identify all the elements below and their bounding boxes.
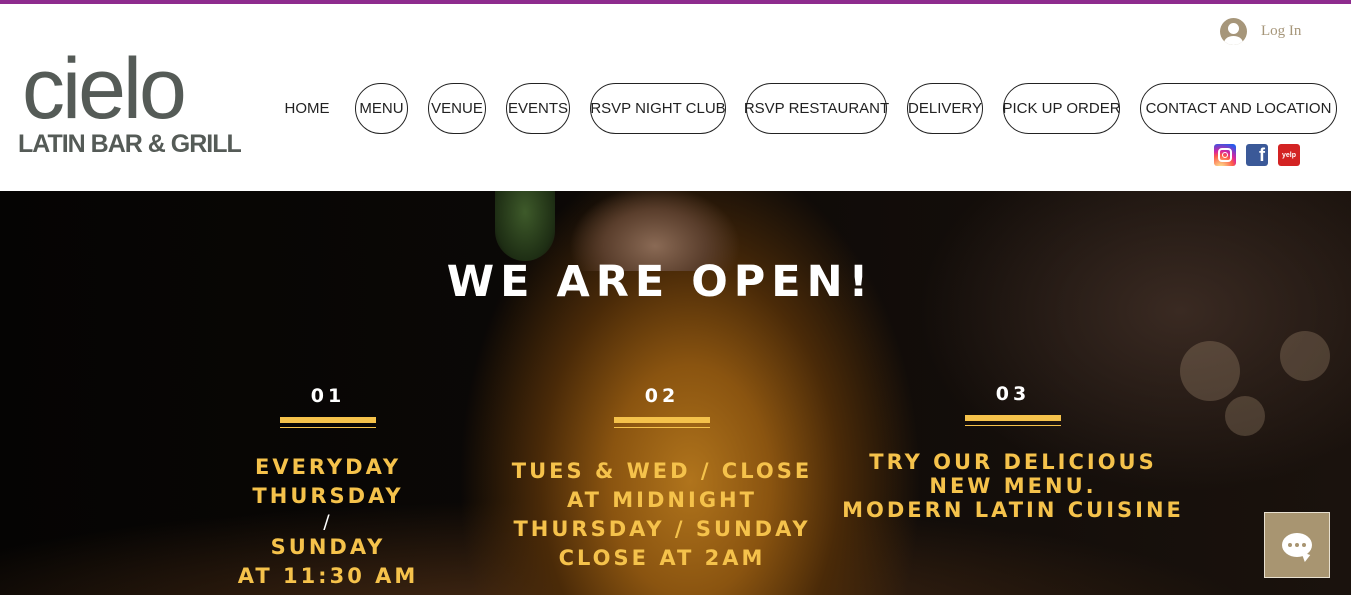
- nav-contact-and-location[interactable]: CONTACT AND LOCATION: [1140, 83, 1337, 134]
- gold-thin-divider: [614, 427, 710, 428]
- yelp-icon[interactable]: yelp: [1278, 144, 1300, 166]
- site-header: cielo LATIN BAR & GRILL Log In HOME MENU…: [0, 4, 1351, 191]
- column-number: 03: [995, 383, 1031, 405]
- text-line: MODERN LATIN CUISINE: [842, 498, 1184, 522]
- garnish-leaf-image: [495, 191, 555, 261]
- nav-menu[interactable]: MENU: [355, 83, 408, 134]
- column-text: TUES & WED / CLOSE AT MIDNIGHT THURSDAY …: [492, 457, 832, 573]
- text-line: CLOSE AT 2AM: [558, 546, 766, 570]
- bokeh-light: [1225, 396, 1265, 436]
- column-text: TRY OUR DELICIOUS NEW MENU. MODERN LATIN…: [832, 450, 1194, 522]
- text-line: /: [323, 511, 333, 533]
- bokeh-light: [1280, 331, 1330, 381]
- gold-divider: [280, 417, 376, 423]
- nav-pick-up-order[interactable]: PICK UP ORDER: [1002, 83, 1121, 134]
- user-avatar-icon: [1220, 18, 1247, 45]
- logo-subtitle: LATIN BAR & GRILL: [18, 130, 242, 158]
- column-text: EVERYDAY THURSDAY / SUNDAY AT 11:30 AM: [228, 453, 428, 591]
- gold-thin-divider: [965, 425, 1061, 426]
- chat-button[interactable]: [1264, 512, 1330, 578]
- text-line: TUES & WED / CLOSE: [511, 459, 813, 483]
- nav-delivery[interactable]: DELIVERY: [907, 83, 983, 134]
- hours-column-3: 03 TRY OUR DELICIOUS NEW MENU. MODERN LA…: [832, 383, 1194, 522]
- nav-home[interactable]: HOME: [280, 83, 334, 134]
- text-line: EVERYDAY: [254, 455, 402, 479]
- hours-column-2: 02 TUES & WED / CLOSE AT MIDNIGHT THURSD…: [492, 385, 832, 573]
- nav-rsvp-restaurant[interactable]: RSVP RESTAURANT: [744, 83, 889, 134]
- text-line: SUNDAY: [270, 535, 386, 559]
- hero-section: WE ARE OPEN! 01 EVERYDAY THURSDAY / SUND…: [0, 191, 1351, 595]
- facebook-icon[interactable]: f: [1246, 144, 1268, 166]
- hours-column-1: 01 EVERYDAY THURSDAY / SUNDAY AT 11:30 A…: [228, 385, 428, 591]
- text-line: THURSDAY / SUNDAY: [513, 517, 811, 541]
- column-number: 01: [310, 385, 346, 407]
- text-line: THURSDAY: [252, 484, 404, 508]
- gold-divider: [614, 417, 710, 423]
- nav-rsvp-night-club[interactable]: RSVP NIGHT CLUB: [590, 83, 726, 134]
- instagram-icon[interactable]: [1214, 144, 1236, 166]
- hero-title: WE ARE OPEN!: [446, 257, 875, 307]
- logo-wordmark: cielo: [22, 41, 187, 137]
- text-line: NEW MENU.: [929, 474, 1097, 498]
- text-line: TRY OUR DELICIOUS: [869, 450, 1157, 474]
- nav-events[interactable]: EVENTS: [506, 83, 570, 134]
- gold-divider: [965, 415, 1061, 421]
- text-line: AT MIDNIGHT: [567, 488, 757, 512]
- text-line: AT 11:30 AM: [237, 564, 419, 588]
- chat-bubble-icon: [1282, 533, 1312, 557]
- nav-venue[interactable]: VENUE: [428, 83, 486, 134]
- gold-thin-divider: [280, 427, 376, 428]
- social-bar: f yelp: [1214, 144, 1300, 166]
- column-number: 02: [644, 385, 680, 407]
- login-label: Log In: [1261, 23, 1302, 39]
- cielo-logo[interactable]: cielo LATIN BAR & GRILL: [18, 46, 248, 162]
- login-button[interactable]: Log In: [1220, 18, 1301, 45]
